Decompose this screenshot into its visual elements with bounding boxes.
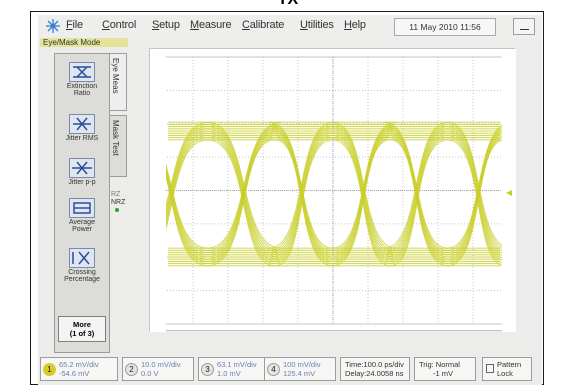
menu-control-accel: C [102, 19, 110, 31]
tab-eye-meas-label: Eye Meas [111, 58, 120, 94]
channel-3-text: 63.1 mV/div 1.0 mV [217, 360, 257, 378]
jitter-rms-button[interactable]: Jitter RMS [60, 114, 104, 142]
pattern-lock-label-2: Lock [497, 369, 513, 378]
menu-utilities-accel: U [300, 19, 308, 31]
more-button[interactable]: More (1 of 3) [58, 316, 106, 342]
menu-control-label: ontrol [109, 19, 137, 31]
jitter-rms-label: Jitter RMS [65, 135, 99, 142]
rz-nrz-selector[interactable]: RZ NRZ [111, 191, 125, 212]
menu-calibrate-label: alibrate [249, 19, 285, 31]
menu-utilities-label: tilities [307, 19, 334, 31]
oscilloscope-app: File Control Setup Measure Calibrate Uti… [38, 15, 542, 385]
page-caption: TX [0, 0, 576, 9]
menu-file[interactable]: File [66, 19, 83, 31]
trigger-box[interactable]: Trig: Normal -1 mV [414, 357, 476, 381]
menu-help-label: elp [351, 19, 366, 31]
menu-calibrate[interactable]: Calibrate [242, 19, 284, 31]
crossing-percentage-label: Crossing Percentage [64, 269, 100, 283]
menu-setup-label: etup [159, 19, 180, 31]
menu-bar: File Control Setup Measure Calibrate Uti… [38, 15, 542, 39]
channel-2-offset-value: 0.0 V [141, 369, 159, 378]
more-button-label: More [73, 320, 91, 329]
channel-1-offset-value: -54.6 mV [59, 369, 90, 378]
menu-measure-accel: M [190, 19, 199, 31]
crossing-percentage-button[interactable]: Crossing Percentage [60, 248, 104, 283]
channel-4-offset-value: 125.4 mV [283, 369, 316, 378]
channel-2-text: 10.0 mV/div 0.0 V [141, 360, 181, 378]
menu-calibrate-accel: C [242, 19, 250, 31]
channel-4-badge: 4 [267, 363, 280, 376]
channel-4-scale[interactable]: 4 100 mV/div 125.4 mV [264, 357, 336, 381]
menu-measure[interactable]: Measure [190, 19, 232, 31]
menu-control[interactable]: Control [102, 19, 136, 31]
channel-3-scale[interactable]: 3 63.1 mV/div 1.0 mV [198, 357, 270, 381]
channel-4-text: 100 mV/div 125.4 mV [283, 360, 321, 378]
menu-measure-label: easure [198, 19, 232, 31]
eye-diagram-svg [150, 49, 516, 332]
menu-help-accel: H [344, 19, 352, 31]
pattern-lock-label-1: Pattern [497, 360, 522, 369]
tab-mask-test-label: Mask Test [111, 120, 120, 156]
tab-mask-test[interactable]: Mask Test [110, 115, 127, 177]
channel-1-scale[interactable]: 1 65.2 mV/div -54.6 mV [40, 357, 118, 381]
channel-1-text: 65.2 mV/div -54.6 mV [59, 360, 99, 378]
menu-setup[interactable]: Setup [152, 19, 180, 31]
minimize-icon [520, 29, 529, 30]
mode-label: Eye/Mask Mode [40, 38, 128, 47]
nrz-label: NRZ [111, 199, 126, 206]
extinction-ratio-label: Extinction Ratio [66, 83, 98, 97]
extinction-ratio-button[interactable]: Extinction Ratio [60, 62, 104, 97]
pattern-lock-icon [486, 364, 494, 373]
waveform-display[interactable] [149, 48, 516, 332]
jitter-pp-icon [69, 158, 95, 178]
tab-eye-meas[interactable]: Eye Meas [110, 53, 127, 111]
channel-2-scale[interactable]: 2 10.0 mV/div 0.0 V [122, 357, 194, 381]
channel-3-badge: 3 [201, 363, 214, 376]
trigger-text: Trig: Normal -1 mV [419, 360, 460, 378]
channel-1-scale-value: 65.2 mV/div [59, 360, 99, 369]
jitter-pp-label: Jitter p-p [68, 179, 96, 186]
channel-1-badge: 1 [43, 363, 56, 376]
eye-mask-right [502, 49, 516, 332]
channel-3-scale-value: 63.1 mV/div [217, 360, 257, 369]
channel-3-offset-value: 1.0 mV [217, 369, 241, 378]
trigger-mode: Trig: Normal [419, 360, 460, 369]
channel-2-scale-value: 10.0 mV/div [141, 360, 181, 369]
average-power-label: Average Power [69, 219, 95, 233]
menu-utilities[interactable]: Utilities [300, 19, 334, 31]
average-power-icon [69, 198, 95, 218]
menu-file-label: ile [72, 19, 84, 31]
rz-label: RZ [111, 191, 121, 198]
jitter-pp-button[interactable]: Jitter p-p [60, 158, 104, 186]
more-button-page: (1 of 3) [69, 329, 95, 338]
timebase-box[interactable]: Time:100.0 ps/div Delay:24.0058 ns [340, 357, 410, 381]
timebase-scale: Time:100.0 ps/div [345, 360, 404, 369]
date-time-display: 11 May 2010 11:56 [394, 18, 496, 36]
nrz-indicator [115, 208, 119, 212]
menu-help[interactable]: Help [344, 19, 366, 31]
pattern-lock-button[interactable]: Pattern Lock [482, 357, 532, 381]
minimize-button[interactable] [513, 18, 535, 35]
timebase-text: Time:100.0 ps/div Delay:24.0058 ns [345, 360, 404, 378]
channel-2-badge: 2 [125, 363, 138, 376]
eye-mask-left [150, 49, 166, 332]
crossing-percentage-icon [69, 248, 95, 268]
measurement-panel: Extinction Ratio Jitter RMS Jitter p-p A… [54, 53, 110, 353]
trigger-level: -1 mV [433, 369, 454, 378]
channel-4-scale-value: 100 mV/div [283, 360, 321, 369]
extinction-ratio-icon [69, 62, 95, 82]
jitter-rms-icon [69, 114, 95, 134]
pattern-lock-text: Pattern Lock [497, 360, 521, 378]
timebase-delay: Delay:24.0058 ns [345, 369, 404, 378]
status-bar: 1 65.2 mV/div -54.6 mV 2 10.0 mV/div 0.0 V… [38, 355, 542, 385]
average-power-button[interactable]: Average Power [60, 198, 104, 233]
agilent-logo-icon [46, 19, 60, 33]
